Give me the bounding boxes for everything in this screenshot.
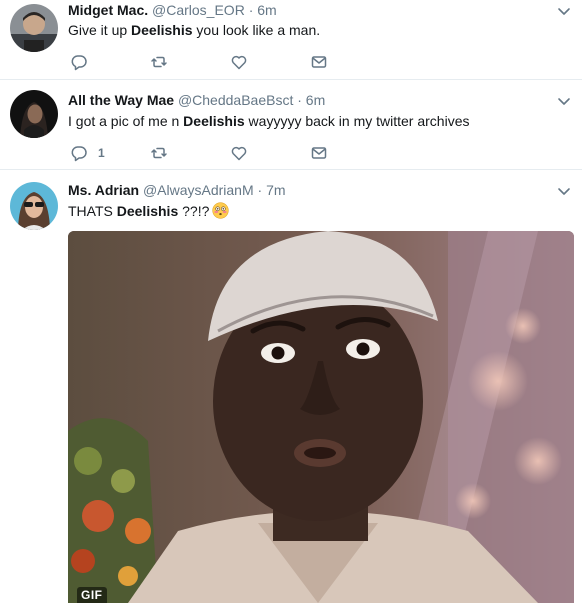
tweet-text-before: THATS (68, 203, 117, 219)
tweet-text-after: ??!? (178, 203, 210, 219)
tweet[interactable]: Ms. Adrian @AlwaysAdrianM · 7m THATS Dee… (0, 170, 582, 603)
tweet-text-before: I got a pic of me n (68, 113, 184, 129)
like-icon (230, 144, 248, 162)
chevron-down-icon[interactable] (556, 183, 572, 199)
tweet-timestamp[interactable]: 6m (257, 2, 276, 18)
direct-message-icon (310, 53, 328, 71)
tweet-text-after: you look like a man. (192, 22, 321, 38)
avatar[interactable] (10, 182, 58, 230)
flushed-face-emoji (212, 202, 229, 219)
gif-image (68, 231, 574, 603)
tweet-text-before: Give it up (68, 22, 132, 38)
like-icon (230, 53, 248, 71)
tweet-mention[interactable]: Deelishis (183, 113, 244, 129)
chevron-down-icon[interactable] (556, 3, 572, 19)
author-handle[interactable]: @CheddaBaeBsct (178, 92, 293, 108)
tweet[interactable]: All the Way Mae @CheddaBaeBsct · 6m I go… (0, 80, 582, 170)
author-fullname[interactable]: All the Way Mae (68, 92, 174, 108)
gif-media[interactable]: GIF (68, 231, 574, 603)
direct-message-icon (310, 144, 328, 162)
direct-message-button[interactable] (310, 52, 328, 72)
tweet-text: I got a pic of me n Deelishis wayyyyy ba… (68, 111, 470, 131)
tweet-header: Ms. Adrian @AlwaysAdrianM · 7m (68, 181, 286, 199)
author-fullname[interactable]: Midget Mac. (68, 2, 148, 18)
retweet-button[interactable] (150, 143, 168, 163)
tweet-actions: 1 (70, 143, 370, 163)
author-handle[interactable]: @Carlos_EOR (152, 2, 245, 18)
like-button[interactable] (230, 52, 248, 72)
tweet-text-after: wayyyyy back in my twitter archives (244, 113, 470, 129)
reply-button[interactable]: 1 (70, 143, 105, 163)
retweet-icon (150, 144, 168, 162)
gif-badge: GIF (77, 587, 107, 603)
reply-icon (70, 53, 88, 71)
separator-dot: · (297, 92, 302, 108)
tweet-text: Give it up Deelishis you look like a man… (68, 20, 320, 40)
direct-message-button[interactable] (310, 143, 328, 163)
avatar[interactable] (10, 90, 58, 138)
retweet-button[interactable] (150, 52, 168, 72)
retweet-icon (150, 53, 168, 71)
avatar[interactable] (10, 4, 58, 52)
tweet-header: Midget Mac. @Carlos_EOR · 6m (68, 1, 277, 19)
tweet-timestamp[interactable]: 6m (306, 92, 325, 108)
tweet-mention[interactable]: Deelishis (131, 22, 192, 38)
separator-dot: · (248, 2, 254, 18)
tweet-header: All the Way Mae @CheddaBaeBsct · 6m (68, 91, 325, 109)
tweet-timestamp[interactable]: 7m (266, 182, 285, 198)
author-handle[interactable]: @AlwaysAdrianM (143, 182, 254, 198)
reply-button[interactable] (70, 52, 98, 72)
chevron-down-icon[interactable] (556, 93, 572, 109)
reply-icon (70, 144, 88, 162)
tweet-mention[interactable]: Deelishis (117, 203, 178, 219)
reply-count: 1 (98, 146, 105, 160)
author-fullname[interactable]: Ms. Adrian (68, 182, 139, 198)
tweet[interactable]: Midget Mac. @Carlos_EOR · 6m Give it up … (0, 0, 582, 80)
tweet-actions (70, 52, 370, 72)
separator-dot: · (257, 182, 263, 198)
tweet-text: THATS Deelishis ??!? (68, 201, 229, 221)
like-button[interactable] (230, 143, 248, 163)
